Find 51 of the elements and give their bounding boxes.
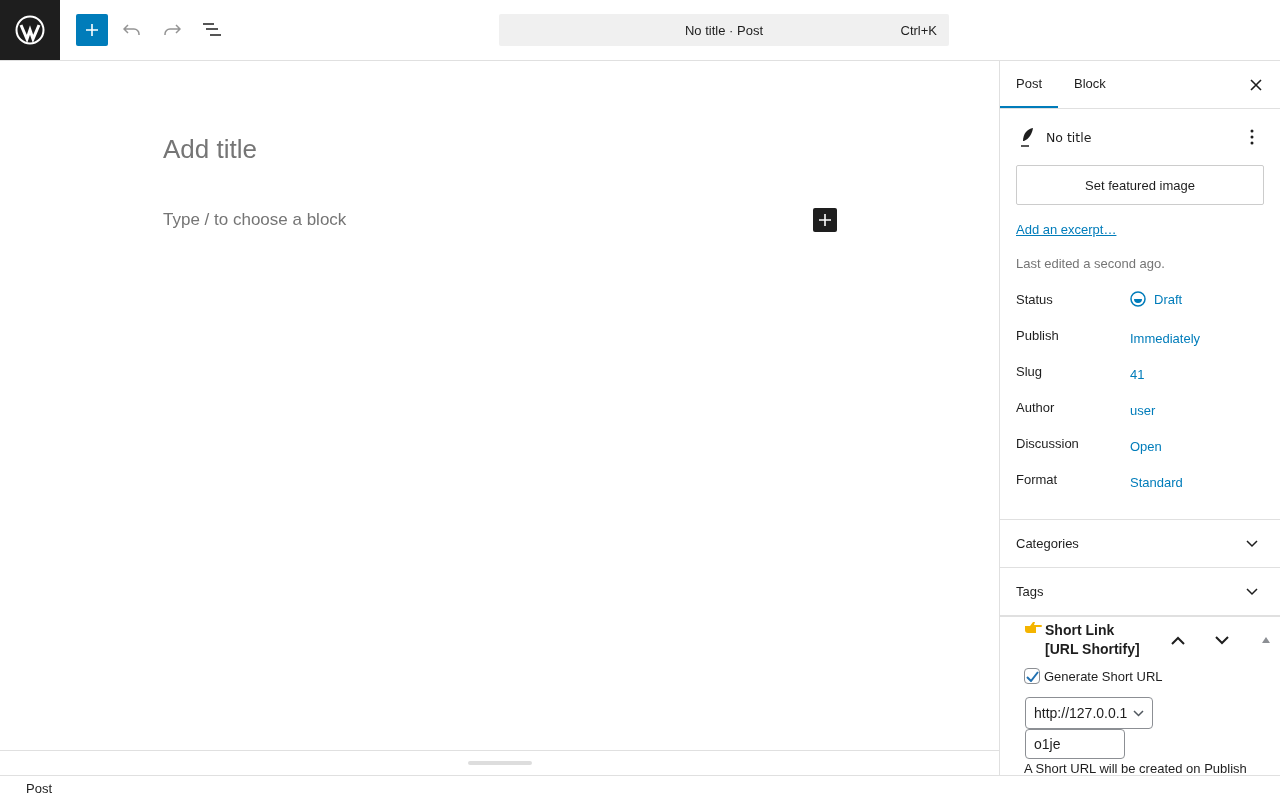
pointing-hand-icon xyxy=(1024,621,1042,635)
panel-toggle[interactable]: Categories xyxy=(1000,520,1280,568)
post-title: No title xyxy=(1046,129,1092,145)
slug-input[interactable]: o1je xyxy=(1025,729,1125,759)
short-url-note: A Short URL will be created on Publish xyxy=(1024,761,1248,775)
field-label: Publish xyxy=(1016,327,1060,343)
panel-toggle[interactable]: Tags xyxy=(1000,568,1280,616)
field-value-button[interactable]: Standard xyxy=(1130,469,1183,490)
sidebar-tab[interactable]: Block xyxy=(1058,61,1122,108)
wordpress-logo[interactable] xyxy=(0,0,60,60)
inserter-button[interactable] xyxy=(813,208,837,232)
triangle-up-icon xyxy=(1262,637,1270,643)
block-placeholder[interactable]: Type / to choose a block xyxy=(163,210,347,230)
chevron-down-icon xyxy=(1133,709,1144,717)
close-icon xyxy=(1250,78,1262,91)
chevron-down-icon xyxy=(1246,539,1258,548)
last-edited-text: Last edited a second ago. xyxy=(1016,256,1166,271)
add-excerpt-link[interactable]: Add an excerpt… xyxy=(1016,222,1117,237)
more-vertical-icon xyxy=(1250,129,1254,145)
field-label: Status xyxy=(1016,291,1054,307)
draft-status-icon xyxy=(1130,291,1146,307)
chevron-down-icon xyxy=(1246,587,1258,596)
plus-icon xyxy=(85,23,99,37)
wordpress-logo-icon xyxy=(15,15,45,45)
field-value-button[interactable]: Immediately xyxy=(1130,325,1201,346)
add-block-button[interactable] xyxy=(76,14,108,46)
chevron-up-icon xyxy=(1171,635,1185,645)
sidebar-tab[interactable]: Post xyxy=(1000,61,1058,108)
plus-icon xyxy=(819,214,831,226)
field-value-button[interactable]: user xyxy=(1130,397,1156,418)
command-bar[interactable]: No title · Post Ctrl+K xyxy=(499,14,949,46)
list-icon xyxy=(202,23,222,37)
field-label: Format xyxy=(1016,471,1059,487)
undo-icon xyxy=(123,24,141,36)
field-value-button[interactable]: 41 xyxy=(1130,361,1145,382)
domain-select[interactable]: http://127.0.0.1 xyxy=(1025,697,1153,729)
field-label: Author xyxy=(1016,399,1056,415)
resize-handle[interactable] xyxy=(467,761,532,765)
field-value-button[interactable]: Open xyxy=(1130,433,1162,454)
status-button[interactable]: Draft xyxy=(1130,289,1183,307)
redo-icon xyxy=(163,24,181,36)
checkbox-label: Generate Short URL xyxy=(1044,668,1163,684)
field-label: Discussion xyxy=(1016,435,1080,451)
breadcrumb-button[interactable]: Post xyxy=(26,780,52,796)
chevron-down-icon xyxy=(1215,635,1229,645)
feather-icon xyxy=(1020,127,1034,147)
panel-title: Short Link [URL Shortify] xyxy=(1045,621,1140,659)
title-field[interactable]: Add title xyxy=(163,133,999,165)
field-label: Slug xyxy=(1016,363,1044,379)
set-featured-image-button[interactable]: Set featured image xyxy=(1016,165,1264,205)
checkbox[interactable] xyxy=(1024,668,1040,684)
